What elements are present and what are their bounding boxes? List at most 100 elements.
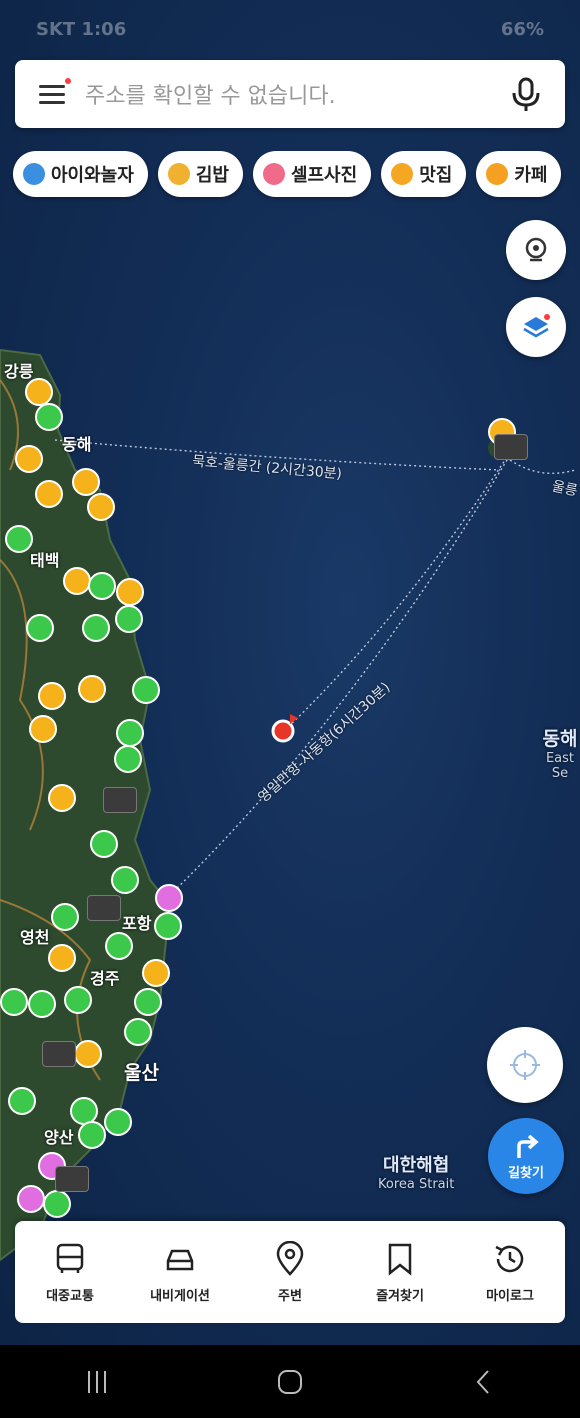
home-icon[interactable] [275, 1367, 305, 1397]
sea-label: 대한해협 Korea Strait [378, 1151, 454, 1192]
ev-charger-marker[interactable] [43, 1190, 71, 1218]
chip-gimbap[interactable]: 김밥 [157, 151, 243, 197]
ev-charger-marker[interactable] [29, 715, 57, 743]
sea-name: 대한해협 [383, 1155, 450, 1176]
chip-kids[interactable]: 아이와놀자 [13, 151, 148, 197]
ev-charger-marker[interactable] [155, 884, 183, 912]
search-input[interactable]: 주소를 확인할 수 없습니다. [85, 78, 501, 110]
ev-charger-marker[interactable] [72, 468, 100, 496]
nav-mylog[interactable]: 마이로그 [460, 1241, 560, 1304]
restaurant-icon [391, 163, 414, 185]
ev-charger-marker[interactable] [17, 1185, 45, 1213]
city-label: 포항 [122, 914, 152, 933]
nav-label: 마이로그 [486, 1288, 534, 1304]
category-chips: 아이와놀자 김밥 셀프사진 맛집 카페 [13, 151, 562, 197]
ev-charger-marker[interactable] [64, 986, 92, 1014]
city-label: 강릉 [4, 362, 34, 381]
chip-label: 아이와놀자 [51, 165, 134, 186]
ev-charger-marker[interactable] [8, 1087, 36, 1115]
ev-charger-marker[interactable] [142, 959, 170, 987]
ev-charger-marker[interactable] [78, 675, 106, 703]
system-navigation-bar [0, 1345, 580, 1418]
camera-icon [262, 163, 285, 185]
ev-charger-marker[interactable] [105, 932, 133, 960]
city-label: 양산 [44, 1128, 74, 1147]
ev-charger-marker[interactable] [114, 745, 142, 773]
gimbap-icon [167, 163, 190, 185]
city-label: 태백 [30, 551, 60, 570]
nav-label: 즐겨찾기 [376, 1288, 424, 1304]
ev-charger-marker[interactable] [38, 682, 66, 710]
ev-charger-marker[interactable] [104, 1108, 132, 1136]
current-location-marker [271, 714, 298, 743]
status-battery: 66% [500, 18, 544, 40]
kids-icon [23, 163, 45, 185]
sea-sub: East Se [545, 751, 575, 781]
chip-selfphoto[interactable]: 셀프사진 [252, 151, 372, 197]
ev-charger-marker[interactable] [74, 1040, 102, 1068]
chip-label: 김밥 [195, 165, 229, 186]
ev-charger-marker[interactable] [132, 676, 160, 704]
ev-charger-marker[interactable] [26, 614, 54, 642]
chip-cafe[interactable]: 카페 [476, 151, 562, 197]
ev-charger-marker[interactable] [48, 784, 76, 812]
ev-charger-marker[interactable] [78, 1121, 106, 1149]
ev-charger-marker[interactable] [63, 567, 91, 595]
ev-charger-marker[interactable] [116, 719, 144, 747]
microphone-icon[interactable] [501, 69, 551, 119]
layers-button[interactable] [506, 297, 566, 357]
bottom-navigation: 대중교통 내비게이션 주변 즐겨찾기 마이로그 [15, 1221, 565, 1323]
cctv-marker[interactable] [103, 787, 137, 813]
ev-charger-marker[interactable] [25, 378, 53, 406]
status-bar: SKT 1:06 66% [0, 0, 580, 58]
cafe-icon [486, 163, 509, 185]
back-icon[interactable] [468, 1367, 498, 1397]
ev-charger-marker[interactable] [111, 866, 139, 894]
chip-label: 맛집 [419, 165, 453, 186]
turn-arrow-icon [517, 1134, 539, 1158]
ev-charger-marker[interactable] [87, 493, 115, 521]
car-icon [166, 1249, 194, 1270]
ev-charger-marker[interactable] [35, 480, 63, 508]
bus-icon [56, 1243, 84, 1273]
nav-nearby[interactable]: 주변 [240, 1240, 340, 1304]
directions-button[interactable]: 길찾기 [488, 1118, 564, 1194]
status-time: SKT 1:06 [36, 18, 127, 40]
ev-charger-marker[interactable] [124, 1018, 152, 1046]
locate-me-button[interactable] [487, 1027, 563, 1103]
ev-charger-marker[interactable] [90, 830, 118, 858]
recent-apps-icon[interactable] [82, 1367, 112, 1397]
cctv-marker[interactable] [42, 1041, 76, 1067]
ev-charger-marker[interactable] [88, 572, 116, 600]
nav-label: 내비게이션 [150, 1288, 210, 1304]
ev-charger-marker[interactable] [0, 988, 28, 1016]
cctv-marker[interactable] [494, 434, 528, 460]
nav-label: 대중교통 [46, 1288, 94, 1304]
sea-name: 동해 [542, 728, 578, 750]
ev-charger-marker[interactable] [116, 578, 144, 606]
city-label: 울산 [124, 1062, 159, 1084]
map-view[interactable]: SKT 1:06 66% 주소를 확인할 수 없습니다. 아이와놀자 김밥 셀프… [0, 0, 580, 1345]
ev-charger-marker[interactable] [35, 403, 63, 431]
ev-charger-marker[interactable] [82, 614, 110, 642]
cctv-icon [525, 237, 547, 262]
nav-navigation[interactable]: 내비게이션 [130, 1241, 230, 1304]
cctv-marker[interactable] [55, 1166, 89, 1192]
cctv-marker[interactable] [87, 895, 121, 921]
menu-icon[interactable] [35, 72, 79, 116]
ev-charger-marker[interactable] [15, 445, 43, 473]
ev-charger-marker[interactable] [115, 605, 143, 633]
pin-icon [276, 1240, 304, 1276]
ev-charger-marker[interactable] [28, 990, 56, 1018]
nav-transit[interactable]: 대중교통 [20, 1241, 120, 1304]
ev-charger-marker[interactable] [154, 912, 182, 940]
ev-charger-marker[interactable] [134, 988, 162, 1016]
ev-charger-marker[interactable] [5, 525, 33, 553]
nav-favorites[interactable]: 즐겨찾기 [350, 1241, 450, 1304]
chip-restaurant[interactable]: 맛집 [381, 151, 467, 197]
ev-charger-marker[interactable] [48, 944, 76, 972]
ev-charger-marker[interactable] [51, 903, 79, 931]
cctv-button[interactable] [506, 220, 566, 280]
bookmark-icon [388, 1243, 412, 1276]
search-bar[interactable]: 주소를 확인할 수 없습니다. [15, 60, 565, 128]
